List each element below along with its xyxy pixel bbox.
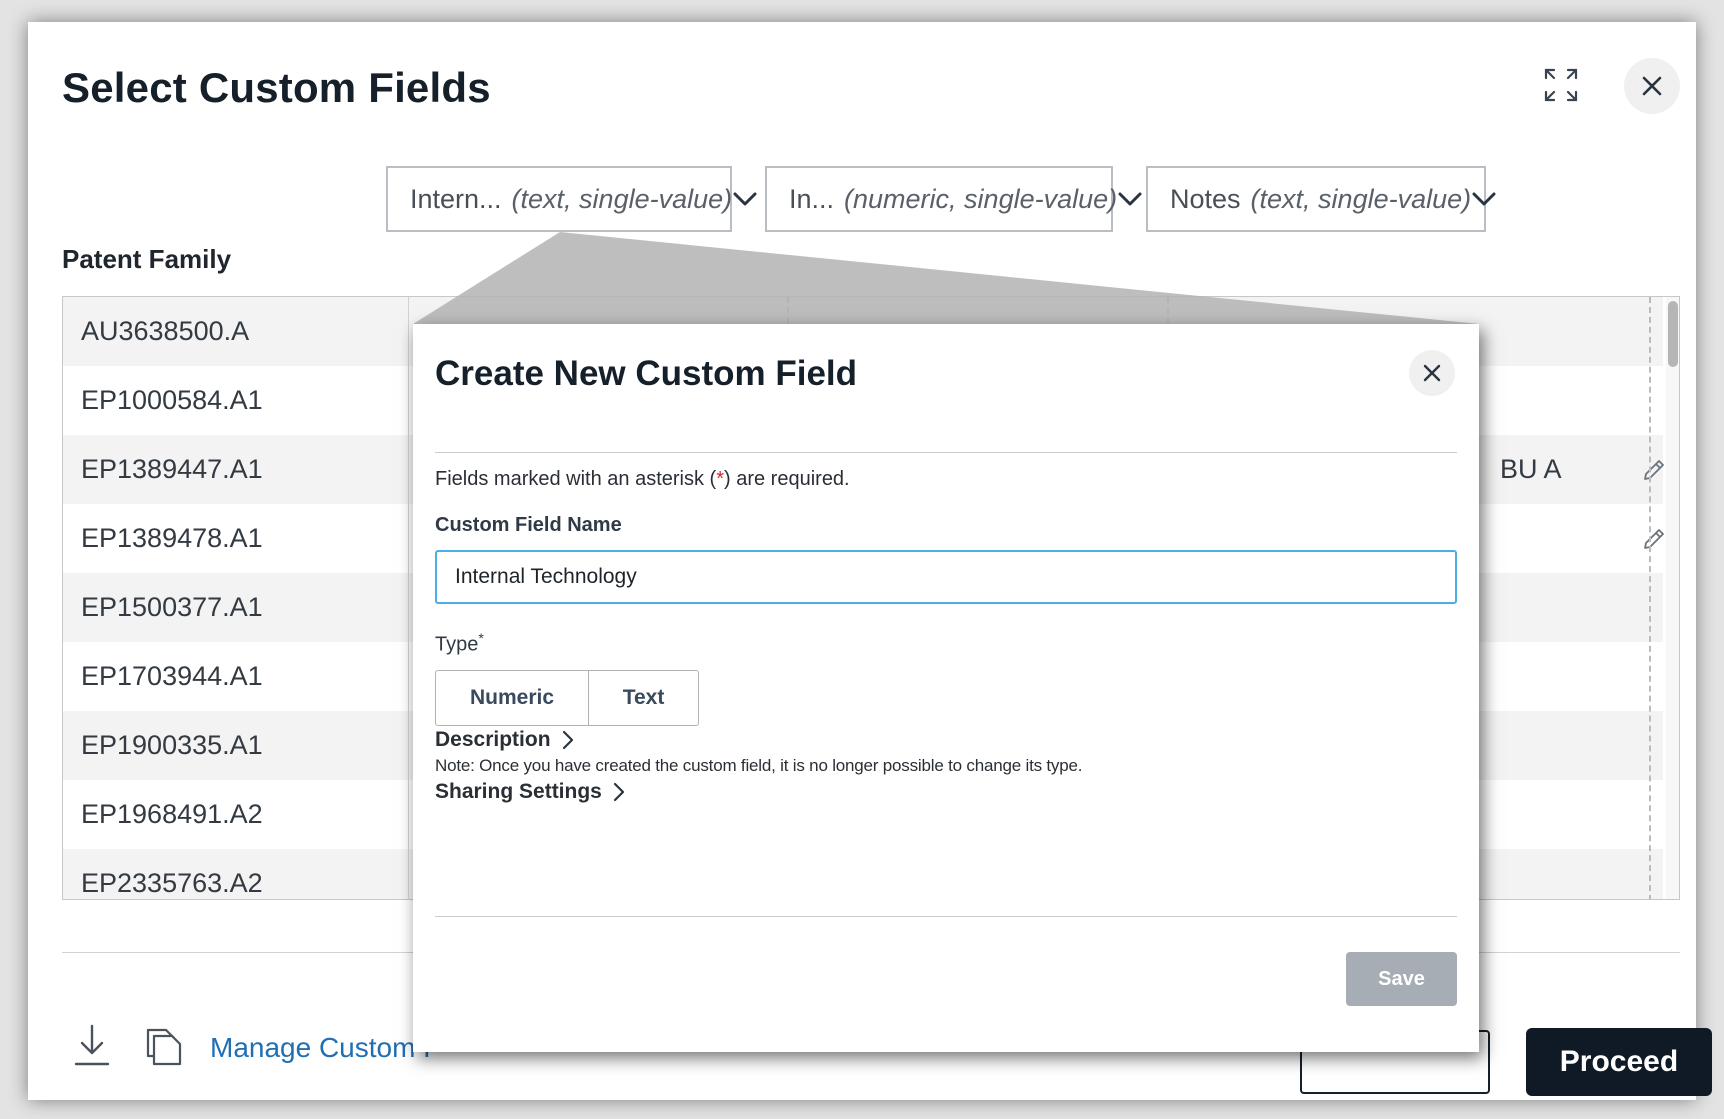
required-fields-note: Fields marked with an asterisk (*) are r… [435, 468, 850, 491]
type-change-note: Note: Once you have created the custom f… [435, 756, 1083, 775]
type-label: Type* [435, 630, 484, 657]
modal-divider [435, 916, 1457, 917]
description-expander[interactable]: Description [435, 728, 575, 752]
custom-field-name-input[interactable] [435, 550, 1457, 604]
type-segmented-control: Numeric Text [435, 670, 699, 726]
required-asterisk: * [716, 468, 724, 490]
save-button[interactable]: Save [1346, 952, 1457, 1006]
sharing-settings-label: Sharing Settings [435, 780, 602, 803]
close-icon [1423, 364, 1441, 382]
type-numeric-button[interactable]: Numeric [435, 670, 589, 726]
chevron-right-icon [562, 730, 573, 750]
description-label: Description [435, 728, 551, 751]
type-label-text: Type [435, 633, 479, 656]
create-custom-field-modal: Create New Custom Field Fields marked wi… [413, 324, 1479, 1052]
modal-close-button[interactable] [1409, 350, 1455, 396]
custom-field-name-label: Custom Field Name [435, 514, 622, 536]
required-note-prefix: Fields marked with an asterisk ( [435, 468, 717, 490]
modal-title: Create New Custom Field [435, 354, 858, 393]
chevron-right-icon [613, 782, 624, 802]
required-note-suffix: ) are required. [724, 468, 850, 490]
modal-divider [435, 452, 1457, 453]
type-text-button[interactable]: Text [589, 670, 699, 726]
type-required-asterisk: * [478, 630, 484, 646]
sharing-settings-expander[interactable]: Sharing Settings [435, 780, 626, 804]
